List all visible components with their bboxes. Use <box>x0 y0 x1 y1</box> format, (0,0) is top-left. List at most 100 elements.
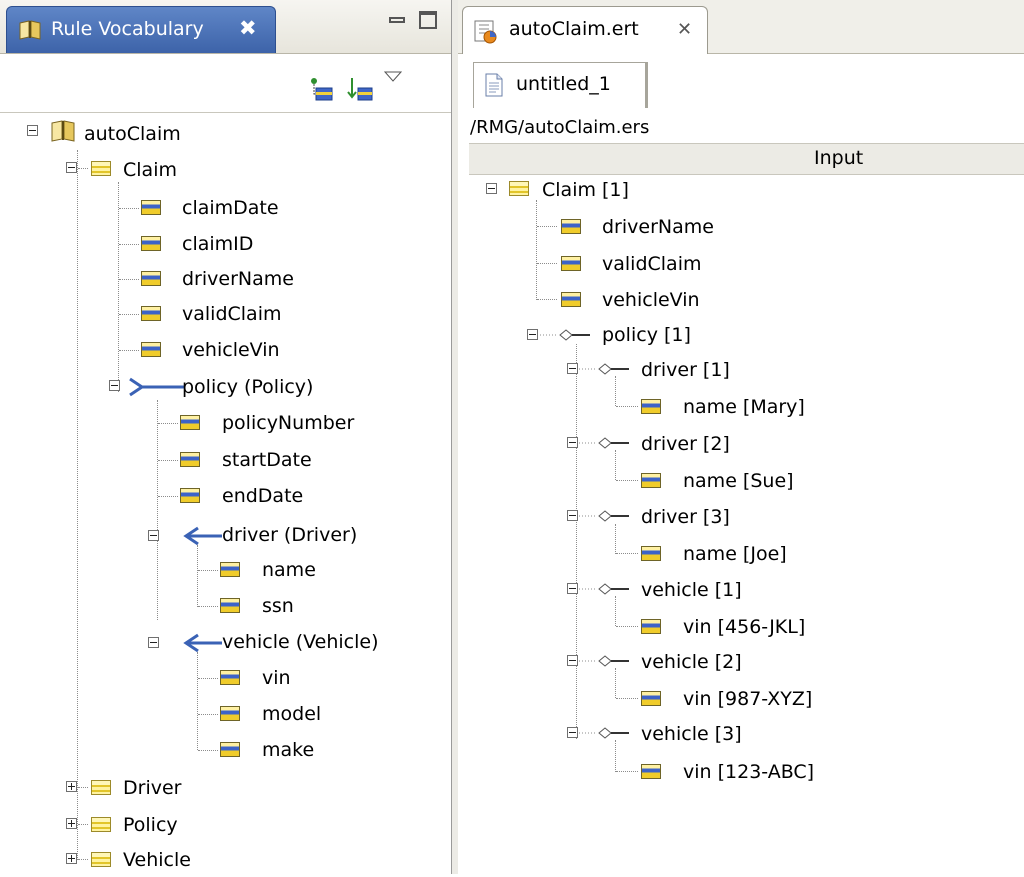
tree-node-vehicle-1[interactable]: vehicle [1] <box>641 572 742 606</box>
tree-node-vin-456[interactable]: vin [456-JKL] <box>683 609 805 643</box>
tree-node-vehicle-entity[interactable]: Vehicle <box>123 842 191 876</box>
collapse-toggle[interactable] <box>66 162 77 173</box>
collapse-toggle[interactable] <box>567 363 578 374</box>
tree-node-name[interactable]: name <box>262 552 316 586</box>
tree-node-name-joe[interactable]: name [Joe] <box>683 536 787 570</box>
view-sash[interactable] <box>452 0 458 874</box>
attribute-icon <box>141 271 161 286</box>
attribute-icon <box>641 546 661 561</box>
collapse-toggle[interactable] <box>109 380 120 391</box>
tree-node-enddate[interactable]: endDate <box>222 478 303 512</box>
tree-node-vehiclevin[interactable]: vehicleVin <box>602 282 700 316</box>
tree-line <box>616 553 638 554</box>
collection-association-icon <box>183 526 222 546</box>
association-icon <box>129 377 184 397</box>
association-instance-icon <box>540 329 590 341</box>
collapse-toggle[interactable] <box>567 655 578 666</box>
sort-icon[interactable] <box>346 76 374 102</box>
tree-line <box>616 406 638 407</box>
expand-toggle[interactable] <box>66 818 77 829</box>
tree-node-vin-987[interactable]: vin [987-XYZ] <box>683 681 812 715</box>
close-icon[interactable]: ✖ <box>239 16 257 40</box>
tree-node-vehicle-2[interactable]: vehicle [2] <box>641 644 742 678</box>
ruleset-path: /RMG/autoClaim.ers <box>470 117 650 138</box>
association-instance-icon <box>579 655 629 667</box>
editor-tab-autoclaim[interactable]: autoClaim.ert ✕ <box>462 6 708 54</box>
association-instance-icon <box>579 363 629 375</box>
collapse-toggle[interactable] <box>486 183 497 194</box>
attribute-icon <box>180 488 200 503</box>
tree-line <box>197 545 198 607</box>
tree-node-ssn[interactable]: ssn <box>262 588 294 622</box>
expand-toggle[interactable] <box>66 781 77 792</box>
tree-node-driver-3[interactable]: driver [3] <box>641 499 730 533</box>
tree-line <box>119 208 139 209</box>
tree-node-policynumber[interactable]: policyNumber <box>222 405 354 439</box>
tree-node-vin-123[interactable]: vin [123-ABC] <box>683 754 814 788</box>
view-tab-bar: Rule Vocabulary ✖ <box>0 0 451 54</box>
expand-toggle[interactable] <box>66 853 77 864</box>
tree-node-claim-instance[interactable]: Claim [1] <box>542 172 629 206</box>
attribute-icon <box>641 764 661 779</box>
collapse-toggle[interactable] <box>567 510 578 521</box>
attribute-icon <box>141 342 161 357</box>
tree-node-claimid[interactable]: claimID <box>182 226 253 260</box>
tree-node-name-sue[interactable]: name [Sue] <box>683 463 794 497</box>
collapse-toggle[interactable] <box>567 727 578 738</box>
collapse-toggle[interactable] <box>527 329 538 340</box>
tree-line <box>537 263 557 264</box>
tree-line <box>197 652 198 750</box>
tree-node-model[interactable]: model <box>262 696 321 730</box>
collapse-toggle[interactable] <box>27 125 38 136</box>
tree-line <box>537 299 557 300</box>
tree-line <box>78 787 88 788</box>
collapse-toggle[interactable] <box>567 583 578 594</box>
tree-node-vehicle-3[interactable]: vehicle [3] <box>641 716 742 750</box>
attribute-icon <box>141 306 161 321</box>
add-entity-icon[interactable] <box>308 76 334 102</box>
sheet-tab-untitled[interactable]: untitled_1 <box>473 62 648 108</box>
tree-node-drivername[interactable]: driverName <box>182 261 294 295</box>
tree-node-policy[interactable]: policy (Policy) <box>182 369 313 403</box>
tree-line <box>158 460 178 461</box>
tree-node-driver-1[interactable]: driver [1] <box>641 352 730 386</box>
tree-node-vin[interactable]: vin <box>262 660 291 694</box>
view-menu-icon[interactable] <box>384 70 402 84</box>
tree-line <box>78 168 88 169</box>
attribute-icon <box>220 598 240 613</box>
tree-node-startdate[interactable]: startDate <box>222 442 312 476</box>
tree-node-autoclaim[interactable]: autoClaim <box>84 116 181 150</box>
collapse-toggle[interactable] <box>567 437 578 448</box>
tree-node-policy-instance[interactable]: policy [1] <box>602 317 691 351</box>
input-column-header[interactable]: Input <box>469 143 1024 175</box>
tree-node-claimdate[interactable]: claimDate <box>182 190 279 224</box>
attribute-icon <box>641 473 661 488</box>
collapse-toggle[interactable] <box>148 637 159 648</box>
tree-node-policy-entity[interactable]: Policy <box>123 807 178 841</box>
tree-node-name-mary[interactable]: name [Mary] <box>683 389 805 423</box>
tree-line <box>78 859 88 860</box>
tree-node-driver-entity[interactable]: Driver <box>123 770 181 804</box>
tree-line <box>198 678 218 679</box>
tree-node-vehiclevin[interactable]: vehicleVin <box>182 332 280 366</box>
attribute-icon <box>561 256 581 271</box>
vocabulary-icon <box>51 120 75 142</box>
tree-line <box>77 150 78 860</box>
attribute-icon <box>641 619 661 634</box>
minimize-button[interactable] <box>389 17 405 23</box>
rule-vocabulary-tab[interactable]: Rule Vocabulary ✖ <box>6 6 276 53</box>
tree-node-driver-2[interactable]: driver [2] <box>641 426 730 460</box>
maximize-button[interactable] <box>419 11 437 29</box>
attribute-icon <box>141 236 161 251</box>
tree-line <box>615 668 616 698</box>
close-icon[interactable]: ✕ <box>677 19 692 40</box>
tree-node-driver[interactable]: driver (Driver) <box>222 517 357 551</box>
tree-node-vehicle[interactable]: vehicle (Vehicle) <box>222 624 378 658</box>
tree-node-drivername[interactable]: driverName <box>602 209 714 243</box>
tree-node-validclaim[interactable]: validClaim <box>182 296 281 330</box>
tree-node-validclaim[interactable]: validClaim <box>602 246 701 280</box>
tree-node-make[interactable]: make <box>262 732 314 766</box>
collapse-toggle[interactable] <box>148 530 159 541</box>
tree-node-claim[interactable]: Claim <box>123 152 177 186</box>
association-instance-icon <box>579 510 629 522</box>
